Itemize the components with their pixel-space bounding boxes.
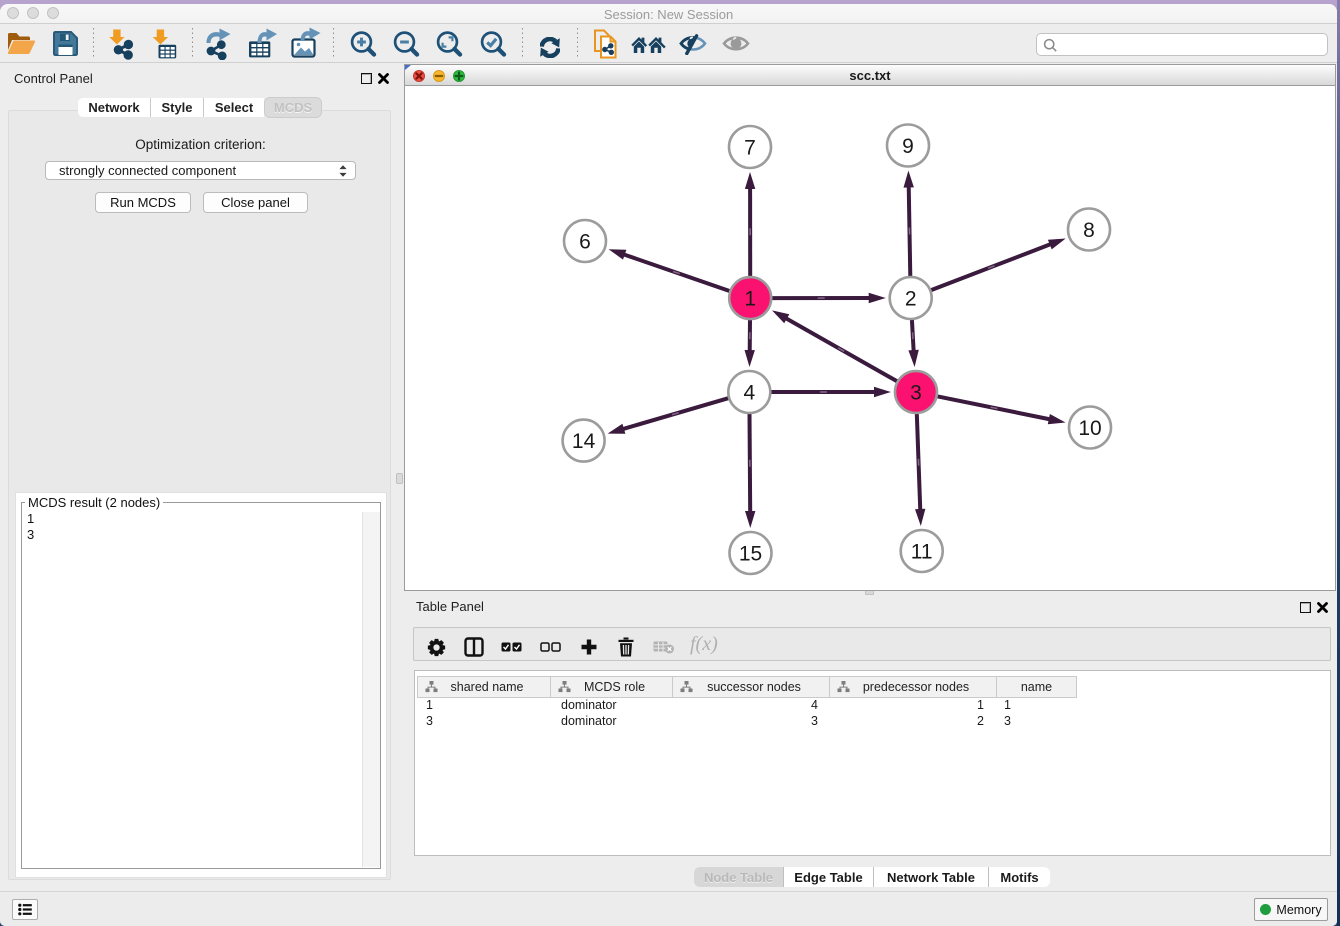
svg-text:15: 15 [739, 543, 762, 566]
svg-text:9: 9 [902, 135, 914, 158]
svg-text:4: 4 [743, 382, 755, 405]
svg-text:10: 10 [1078, 417, 1101, 440]
svg-text:3: 3 [910, 382, 922, 405]
svg-text:1: 1 [744, 288, 756, 311]
svg-text:6: 6 [579, 231, 591, 254]
svg-text:8: 8 [1083, 219, 1095, 242]
svg-text:11: 11 [911, 541, 933, 564]
svg-text:7: 7 [744, 137, 756, 160]
svg-text:14: 14 [572, 430, 596, 453]
svg-text:2: 2 [905, 288, 917, 311]
